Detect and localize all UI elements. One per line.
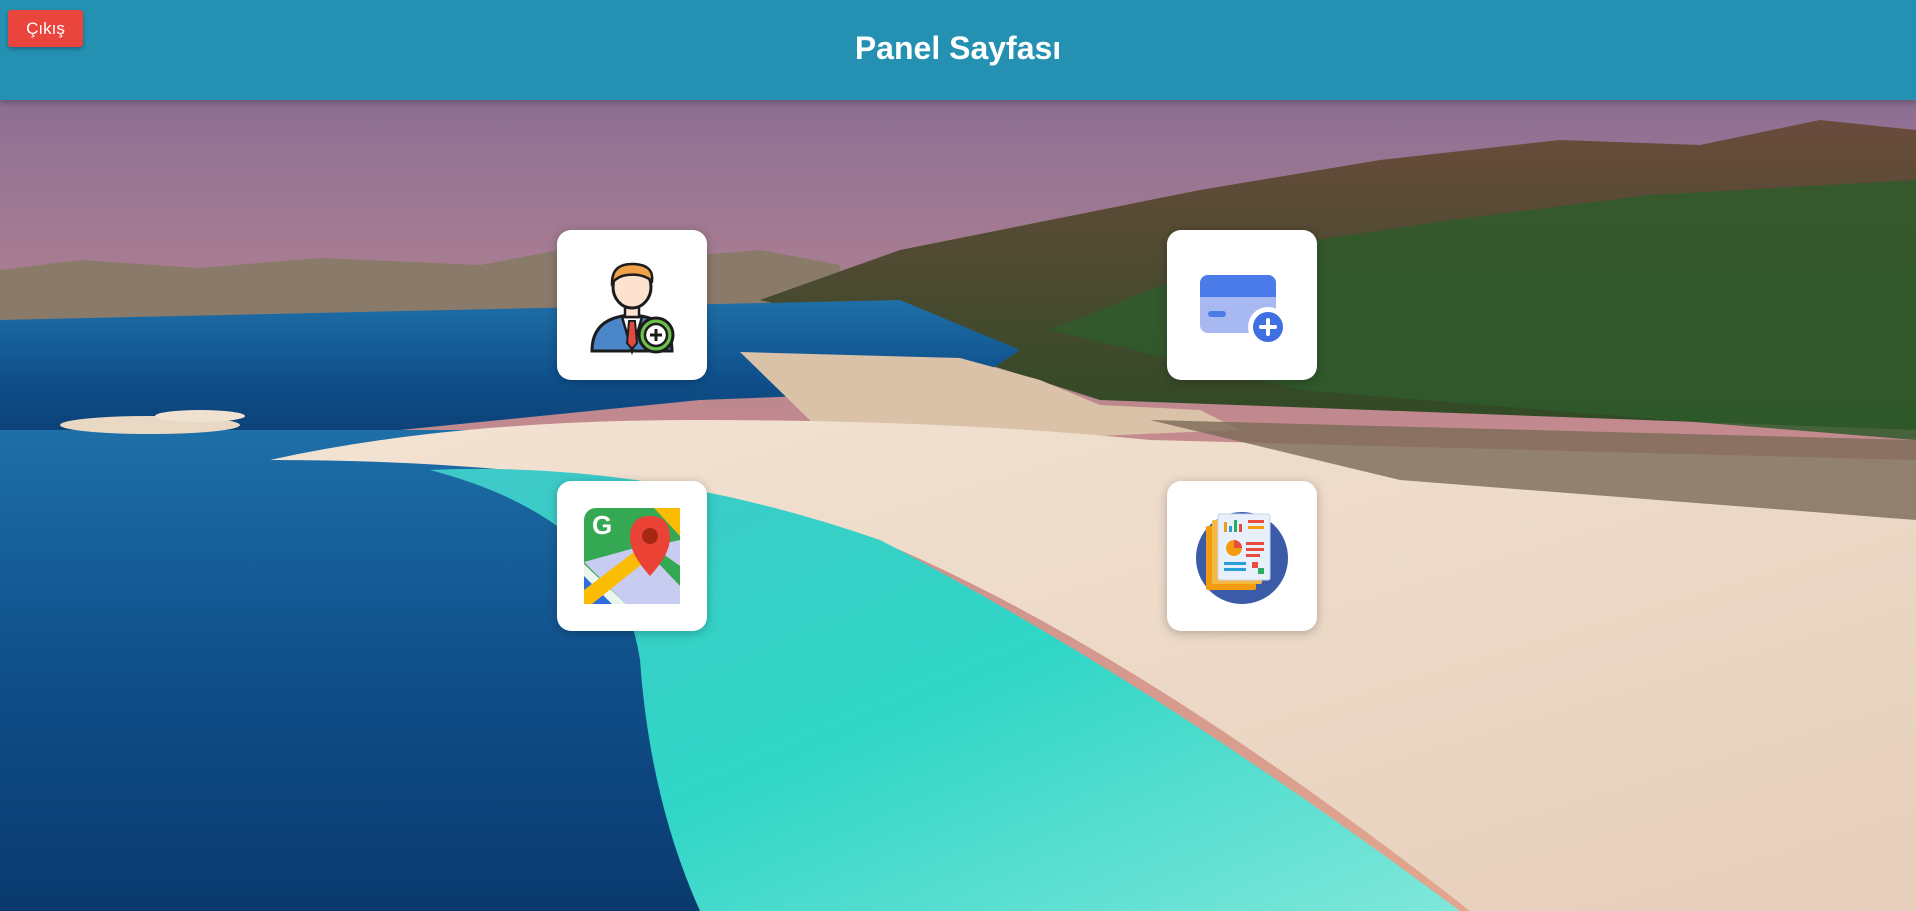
add-card-icon	[1200, 275, 1288, 347]
add-user-icon	[590, 262, 675, 355]
report-icon	[1196, 512, 1288, 604]
panel-page: Panel Sayfası Çıkış G	[0, 0, 1916, 911]
header-bar: Panel Sayfası Çıkış	[0, 0, 1916, 100]
add-card-tile[interactable]	[1167, 230, 1317, 380]
google-maps-tile[interactable]: G	[557, 481, 707, 631]
google-maps-icon: G	[584, 508, 680, 604]
logout-button[interactable]: Çıkış	[8, 10, 83, 47]
background-landscape-image	[0, 100, 1916, 911]
page-title: Panel Sayfası	[854, 30, 1062, 66]
add-user-tile[interactable]	[557, 230, 707, 380]
svg-text:G: G	[592, 510, 612, 540]
report-tile[interactable]	[1167, 481, 1317, 631]
